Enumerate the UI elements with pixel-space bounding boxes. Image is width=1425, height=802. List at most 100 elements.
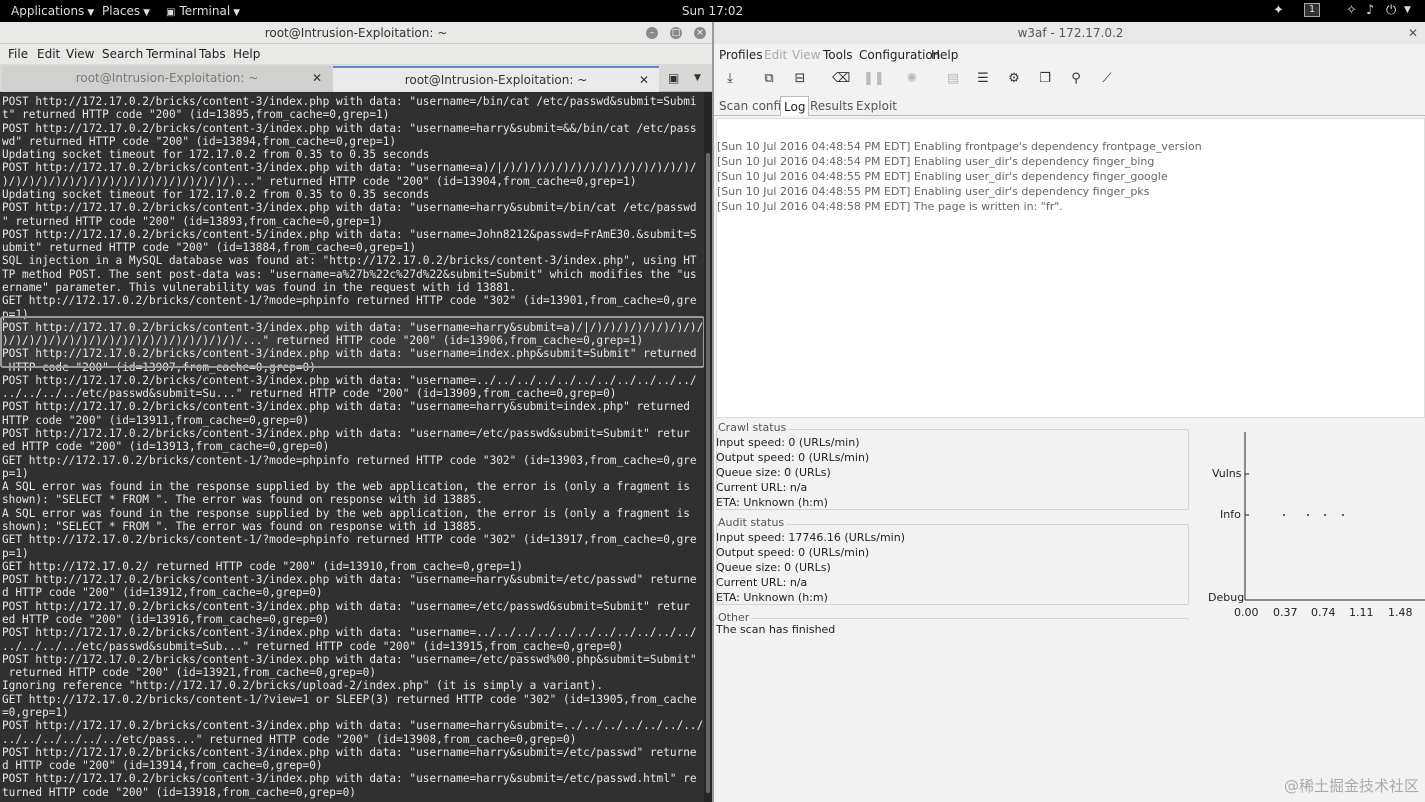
terminal-line: Updating socket timeout for 172.17.0.2 f…: [2, 148, 430, 162]
terminal-line: GET http://172.17.0.2/bricks/content-1/?…: [2, 533, 697, 547]
terminal-line: POST http://172.17.0.2/bricks/content-3/…: [2, 427, 690, 441]
proxy-icon[interactable]: ⚙: [1005, 70, 1023, 88]
terminal-line: POST http://172.17.0.2/bricks/content-3/…: [2, 772, 697, 786]
w3af-title: w3af - 172.17.0.2: [1017, 26, 1124, 40]
info-point: [1324, 514, 1326, 516]
terminal-menubar: File Edit View Search Terminal Tabs Help: [0, 44, 712, 64]
terminal-tabbar: root@Intrusion-Exploitation: ~ ✕ root@In…: [0, 64, 712, 92]
terminal-tab-2[interactable]: root@Intrusion-Exploitation: ~ ✕: [333, 66, 659, 92]
top-panel: Applications ▼ Places ▼ ▣ Terminal ▼ Sun 17:…: [0, 0, 1425, 22]
terminal-line: POST http://172.17.0.2/bricks/content-3/…: [2, 745, 697, 759]
terminal-text: POST http://172.17.0.2/bricks/content-3/…: [0, 93, 704, 799]
y-label-debug: Debug: [1208, 591, 1245, 604]
menu-configuration[interactable]: Configuration: [859, 48, 940, 62]
menu-profiles[interactable]: Profiles: [719, 48, 763, 62]
settings-icon: ✺: [906, 71, 918, 86]
crawl-status-title: Crawl status: [718, 421, 789, 434]
tab-results[interactable]: Results: [807, 96, 856, 116]
terminal-line: p=1): [2, 546, 29, 560]
w3af-window: w3af - 172.17.0.2 ✕ Profiles Edit View T…: [712, 22, 1425, 802]
log-line: [Sun 10 Jul 2016 04:48:58 PM EDT] The pa…: [717, 200, 1063, 213]
terminal-line: ed HTTP code "200" (id=13916,from_cache=…: [2, 612, 330, 626]
terminal-line: GET http://172.17.0.2/bricks/content-1/?…: [2, 294, 697, 308]
terminal-titlebar[interactable]: root@Intrusion-Exploitation: ~ – □ ×: [0, 22, 712, 44]
log-line: [Sun 10 Jul 2016 04:48:55 PM EDT] Enabli…: [717, 185, 1150, 198]
chevron-down-icon[interactable]: ▼: [694, 73, 701, 83]
close-icon[interactable]: ✕: [1408, 22, 1418, 44]
terminal-line: POST http://172.17.0.2/bricks/content-5/…: [2, 227, 697, 241]
x-label: 0.74: [1311, 606, 1336, 619]
clock[interactable]: Sun 17:02: [0, 4, 1425, 18]
fuzzy-icon[interactable]: ⟋: [1098, 70, 1116, 88]
terminal-line: POST http://172.17.0.2/bricks/content-3/…: [2, 95, 697, 108]
minimize-icon[interactable]: –: [646, 27, 658, 39]
new-profile-icon[interactable]: ⧉: [760, 70, 778, 88]
volume-icon[interactable]: ♪: [1366, 3, 1374, 18]
terminal-line: ../../../../../../etc/pass..." returned …: [2, 732, 577, 746]
chevron-down-icon[interactable]: ▼: [1404, 5, 1411, 15]
scrollbar-thumb[interactable]: [706, 153, 710, 793]
maximize-icon[interactable]: □: [670, 27, 682, 39]
menu-view[interactable]: View: [66, 47, 94, 61]
terminal-line: GET http://172.17.0.2/ returned HTTP cod…: [2, 559, 523, 573]
terminal-output[interactable]: POST http://172.17.0.2/bricks/content-3/…: [0, 93, 704, 802]
report-icon: ▤: [946, 71, 960, 86]
terminal-line: Updating socket timeout for 172.17.0.2 f…: [2, 187, 430, 201]
search-icon[interactable]: ⚲: [1067, 70, 1085, 88]
terminal-line: )/)/)/)/)/)/)/)/)/)/)/)/)/)/)/)/)/)..." …: [2, 174, 637, 188]
log-panel[interactable]: [Sun 10 Jul 2016 04:48:54 PM EDT] Enabli…: [716, 118, 1425, 418]
terminal-line: p=1): [2, 466, 29, 480]
tab-log[interactable]: Log: [780, 96, 810, 116]
terminal-tab-1[interactable]: root@Intrusion-Exploitation: ~ ✕: [2, 66, 332, 92]
terminal-line: POST http://172.17.0.2/bricks/content-3/…: [2, 121, 697, 135]
terminal-line: ed HTTP code "200" (id=13913,from_cache=…: [2, 440, 330, 454]
terminal-line: A SQL error was found in the response su…: [2, 480, 690, 494]
w3af-tabbar: Scan config Log Results Exploit: [714, 96, 1425, 116]
w3af-menubar: Profiles Edit View Tools Configuration H…: [714, 46, 1425, 64]
terminal-line: POST http://172.17.0.2/bricks/content-3/…: [2, 161, 697, 175]
tab-exploit[interactable]: Exploit: [853, 96, 900, 116]
terminal-line: returned HTTP code "200" (id=13921,from_…: [2, 666, 377, 680]
audit-current-url: Current URL: n/a: [716, 576, 808, 589]
audit-input-speed: Input speed: 17746.16 (URLs/min): [716, 531, 905, 544]
menu-help[interactable]: Help: [233, 47, 260, 61]
terminal-line: ../../../../etc/passwd&submit=Su..." ret…: [2, 387, 617, 401]
close-icon[interactable]: ✕: [312, 66, 322, 90]
menu-help[interactable]: Help: [931, 48, 958, 62]
terminal-window: root@Intrusion-Exploitation: ~ – □ × Fil…: [0, 22, 712, 802]
copy-icon[interactable]: ❐: [1036, 70, 1054, 88]
terminal-line: wd" returned HTTP code "200" (id=13894,f…: [2, 134, 397, 148]
tab-label: root@Intrusion-Exploitation: ~: [404, 73, 588, 87]
tab-label: root@Intrusion-Exploitation: ~: [75, 71, 259, 85]
close-icon[interactable]: ×: [694, 27, 706, 39]
menu-edit[interactable]: Edit: [37, 47, 60, 61]
crawl-output-speed: Output speed: 0 (URLs/min): [716, 451, 870, 464]
terminal-line: d HTTP code "200" (id=13912,from_cache=0…: [2, 586, 323, 600]
terminal-line: POST http://172.17.0.2/bricks/content-3/…: [2, 599, 690, 613]
terminal-line: POST http://172.17.0.2/bricks/content-3/…: [2, 626, 697, 640]
info-point: [1307, 514, 1309, 516]
terminal-line: POST http://172.17.0.2/bricks/content-3/…: [2, 719, 704, 733]
menu-view: View: [792, 48, 821, 62]
save-profile-icon[interactable]: ⊟: [791, 70, 809, 88]
workspace-indicator[interactable]: 1: [1304, 3, 1320, 17]
dropbox-icon[interactable]: ✦: [1273, 3, 1284, 18]
audit-eta: ETA: Unknown (h:m): [716, 591, 828, 604]
menu-terminal[interactable]: Terminal: [146, 47, 197, 61]
list-icon[interactable]: ☰: [974, 70, 992, 88]
kb-graph: Vulns Info Debug 0.00 0.37 0.74 1.11 1.4…: [1200, 430, 1425, 620]
scan-finished-text: The scan has finished: [716, 623, 836, 636]
menu-file[interactable]: File: [8, 47, 28, 61]
close-icon[interactable]: ✕: [639, 68, 649, 92]
new-tab-icon[interactable]: ▣: [668, 71, 679, 85]
accessibility-icon[interactable]: ✧: [1346, 3, 1357, 18]
stop-icon[interactable]: ⌫: [832, 70, 850, 88]
terminal-scrollbar[interactable]: [704, 93, 712, 802]
open-profile-icon[interactable]: ⤓: [721, 70, 739, 88]
x-label: 1.48: [1388, 606, 1413, 619]
menu-tabs[interactable]: Tabs: [199, 47, 226, 61]
power-icon[interactable]: ⏻: [1386, 3, 1396, 18]
menu-search[interactable]: Search: [102, 47, 143, 61]
menu-tools[interactable]: Tools: [823, 48, 853, 62]
w3af-titlebar[interactable]: w3af - 172.17.0.2 ✕: [714, 22, 1425, 44]
